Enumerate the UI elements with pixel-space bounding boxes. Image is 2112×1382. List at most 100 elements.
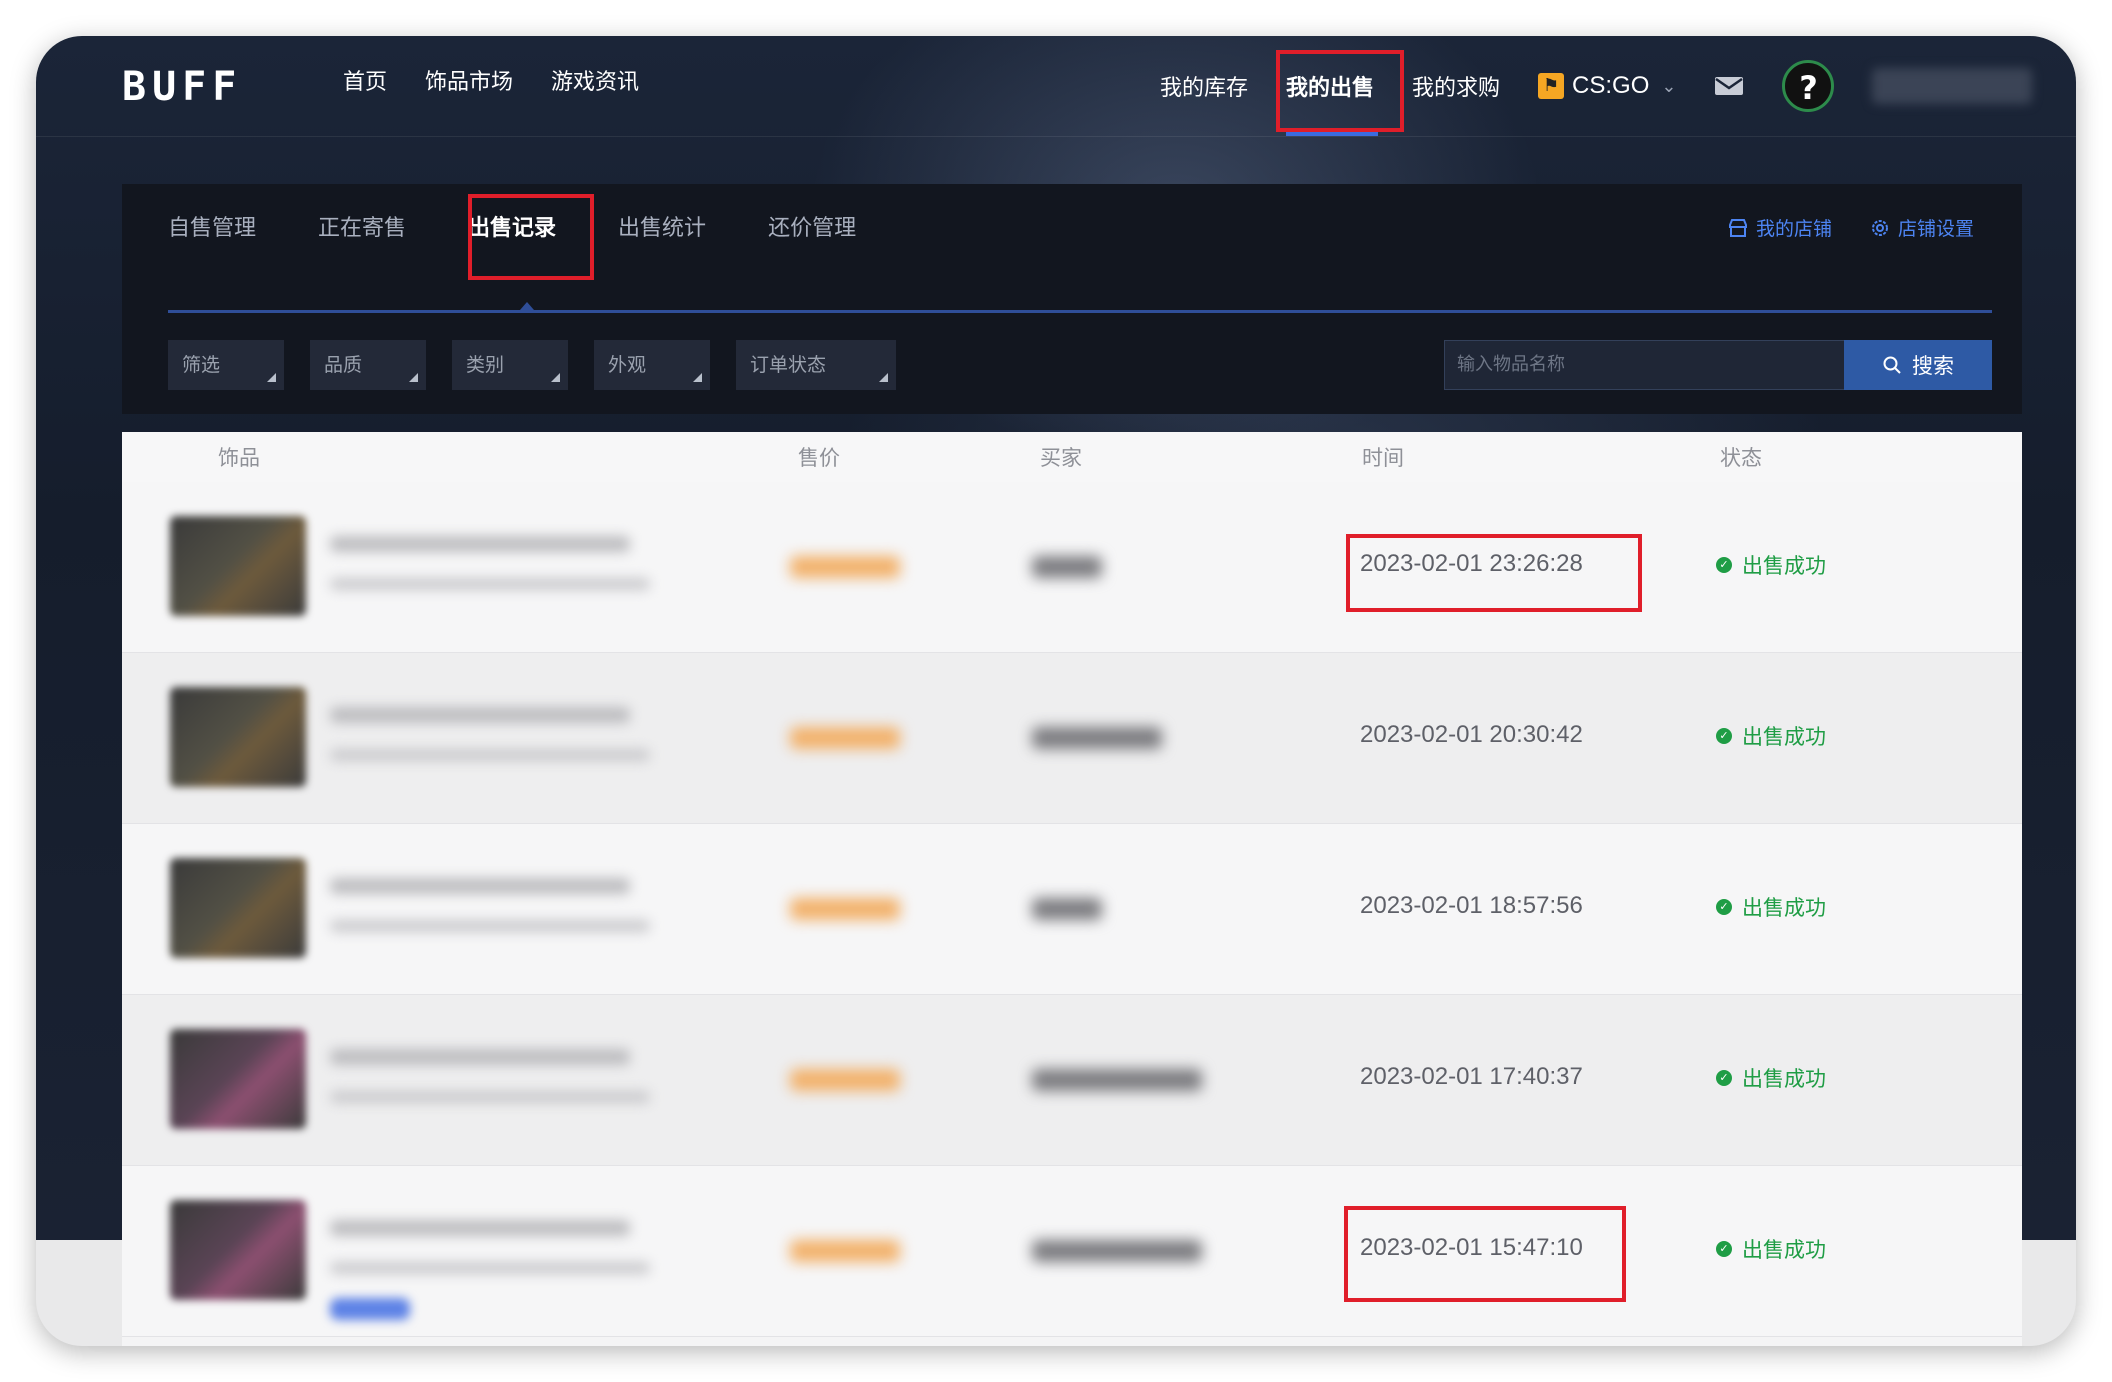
item-thumbnail[interactable] — [170, 1200, 306, 1300]
annotation-box-last-time — [1344, 1206, 1626, 1302]
item-detail-redacted — [330, 578, 650, 590]
item-search-input[interactable]: 输入物品名称 — [1444, 340, 1846, 390]
sales-panel: 自售管理 正在寄售 出售记录 出售统计 还价管理 我的店铺 店铺设置 筛选 品质… — [122, 184, 2022, 414]
check-circle-icon: ✓ — [1716, 899, 1732, 915]
order-status-label: 订单状态 — [750, 354, 827, 376]
search-button-label: 搜索 — [1912, 354, 1954, 378]
annotation-box-first-time — [1346, 534, 1642, 612]
my-shop-link[interactable]: 我的店铺 — [1728, 214, 1832, 241]
price-redacted — [790, 898, 900, 920]
active-nav-indicator — [1286, 132, 1378, 136]
mail-icon[interactable] — [1714, 76, 1744, 96]
table-row[interactable]: 2023-02-01 15:47:10 ✓ 出售成功 — [122, 1166, 2022, 1337]
item-detail-redacted — [330, 1091, 650, 1103]
shop-settings-link[interactable]: 店铺设置 — [1870, 214, 1974, 241]
item-thumbnail[interactable] — [170, 516, 306, 616]
check-circle-icon: ✓ — [1716, 1070, 1732, 1086]
dropdown-triangle-icon — [551, 373, 560, 382]
item-thumbnail[interactable] — [170, 687, 306, 787]
sales-records-table: 饰品 售价 买家 时间 状态 2023-02-01 23:26:28 ✓ 出售成… — [122, 432, 2022, 1346]
nav-news[interactable]: 游戏资讯 — [551, 64, 639, 96]
col-header-buyer: 买家 — [1040, 446, 1082, 470]
price-redacted — [790, 727, 900, 749]
item-thumbnail[interactable] — [170, 1029, 306, 1129]
nav-my-inventory[interactable]: 我的库存 — [1160, 70, 1248, 102]
search-button[interactable]: 搜索 — [1844, 340, 1992, 390]
check-circle-icon: ✓ — [1716, 728, 1732, 744]
table-row[interactable]: 2023-02-01 20:30:42 ✓ 出售成功 — [122, 653, 2022, 824]
item-name-redacted — [330, 536, 630, 552]
main-nav: 首页 饰品市场 游戏资讯 — [343, 64, 639, 96]
dropdown-triangle-icon — [409, 373, 418, 382]
buyer-redacted — [1032, 1240, 1202, 1262]
exterior-label: 外观 — [608, 354, 647, 376]
col-header-price: 售价 — [798, 446, 840, 470]
shop-links: 我的店铺 店铺设置 — [1728, 214, 1974, 241]
nav-my-purchases[interactable]: 我的求购 — [1412, 70, 1500, 102]
buyer-redacted — [1032, 727, 1162, 749]
table-row[interactable]: 2023-02-01 18:57:56 ✓ 出售成功 — [122, 824, 2022, 995]
item-name-redacted — [330, 878, 630, 894]
sale-time: 2023-02-01 20:30:42 — [1360, 721, 1583, 748]
buyer-redacted — [1032, 1069, 1202, 1091]
tab-on-consignment[interactable]: 正在寄售 — [318, 198, 406, 260]
status-badge: ✓ 出售成功 — [1716, 1234, 1826, 1264]
table-row[interactable]: 2023-02-01 23:26:28 ✓ 出售成功 — [122, 482, 2022, 653]
status-badge: ✓ 出售成功 — [1716, 892, 1826, 922]
check-circle-icon: ✓ — [1716, 1241, 1732, 1257]
status-badge: ✓ 出售成功 — [1716, 721, 1826, 751]
tab-sales-statistics[interactable]: 出售统计 — [618, 198, 706, 260]
item-detail-redacted — [330, 1262, 650, 1274]
category-label: 类别 — [466, 354, 505, 376]
status-text: 出售成功 — [1742, 896, 1826, 920]
gear-icon — [1871, 219, 1888, 236]
annotation-box-sales-records-tab — [468, 194, 594, 280]
order-status-dropdown[interactable]: 订单状态 — [736, 340, 896, 390]
search-icon — [1883, 356, 1901, 374]
status-text: 出售成功 — [1742, 1238, 1826, 1262]
browser-window: BUFF 首页 饰品市场 游戏资讯 我的库存 我的出售 我的求购 ⚑ CS:GO… — [36, 36, 2076, 1346]
item-thumbnail[interactable] — [170, 858, 306, 958]
game-label: CS:GO — [1572, 72, 1650, 99]
buff-logo[interactable]: BUFF — [122, 64, 242, 110]
col-header-time: 时间 — [1362, 446, 1404, 470]
my-shop-label: 我的店铺 — [1755, 218, 1832, 240]
chevron-down-icon: ⌄ — [1661, 75, 1677, 97]
buyer-redacted — [1032, 556, 1102, 578]
sale-time: 2023-02-01 18:57:56 — [1360, 892, 1583, 919]
price-redacted — [790, 556, 900, 578]
nav-home[interactable]: 首页 — [343, 64, 387, 96]
quality-dropdown[interactable]: 品质 — [310, 340, 426, 390]
table-header: 饰品 售价 买家 时间 状态 — [122, 432, 2022, 483]
category-dropdown[interactable]: 类别 — [452, 340, 568, 390]
status-text: 出售成功 — [1742, 725, 1826, 749]
user-account-menu[interactable] — [1872, 68, 2033, 104]
nav-market[interactable]: 饰品市场 — [425, 64, 513, 96]
col-header-item: 饰品 — [218, 446, 260, 470]
buyer-redacted — [1032, 898, 1102, 920]
filter-label: 筛选 — [182, 354, 221, 376]
dropdown-triangle-icon — [693, 373, 702, 382]
dropdown-triangle-icon — [267, 373, 276, 382]
status-text: 出售成功 — [1742, 554, 1826, 578]
annotation-box-my-sales — [1276, 50, 1404, 132]
shop-settings-label: 店铺设置 — [1897, 218, 1974, 240]
filter-dropdown[interactable]: 筛选 — [168, 340, 284, 390]
filter-bar: 筛选 品质 类别 外观 订单状态 — [168, 340, 922, 390]
tab-self-sale-management[interactable]: 自售管理 — [168, 198, 256, 260]
table-row[interactable]: 2023-02-01 17:40:37 ✓ 出售成功 — [122, 995, 2022, 1166]
csgo-icon: ⚑ — [1538, 73, 1565, 99]
exterior-dropdown[interactable]: 外观 — [594, 340, 710, 390]
item-detail-redacted — [330, 920, 650, 932]
tab-counter-offer-management[interactable]: 还价管理 — [768, 198, 856, 260]
status-badge: ✓ 出售成功 — [1716, 550, 1826, 580]
game-selector[interactable]: ⚑ CS:GO ⌄ — [1538, 72, 1676, 100]
item-name-redacted — [330, 1220, 630, 1236]
status-badge: ✓ 出售成功 — [1716, 1063, 1826, 1093]
status-text: 出售成功 — [1742, 1067, 1826, 1091]
price-redacted — [790, 1240, 900, 1262]
quality-label: 品质 — [324, 354, 363, 376]
item-name-redacted — [330, 707, 630, 723]
help-icon[interactable]: ? — [1782, 60, 1835, 112]
top-navigation-bar: BUFF 首页 饰品市场 游戏资讯 我的库存 我的出售 我的求购 ⚑ CS:GO… — [36, 36, 2076, 137]
